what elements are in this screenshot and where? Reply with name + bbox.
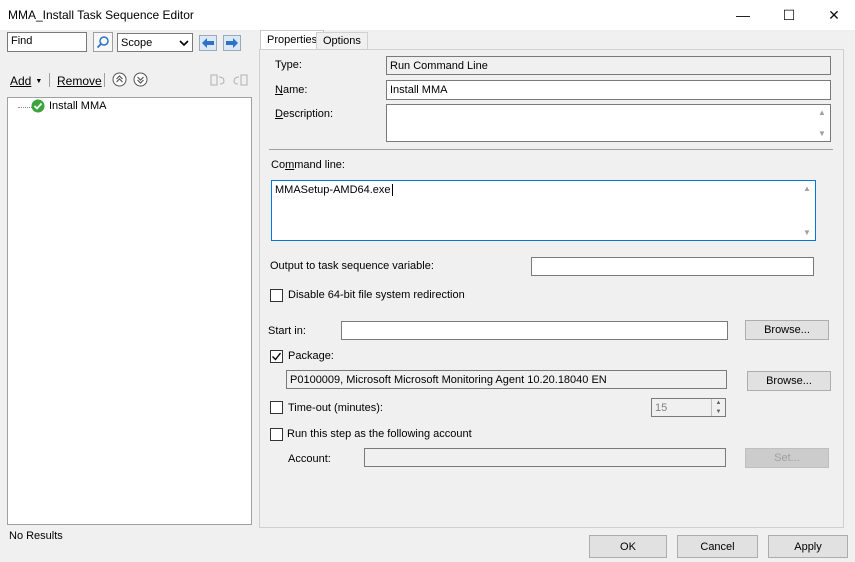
account-field xyxy=(364,448,726,467)
command-line-scrollbar[interactable]: ▲ ▼ xyxy=(802,184,812,237)
tree-item-label: Install MMA xyxy=(49,100,107,112)
package-checkbox[interactable] xyxy=(270,350,283,363)
run-as-checkbox[interactable] xyxy=(270,428,283,441)
task-sequence-tree[interactable]: Install MMA xyxy=(7,97,252,525)
cancel-label: Cancel xyxy=(700,540,735,553)
tab-options[interactable]: Options xyxy=(316,32,368,50)
move-down-icon xyxy=(133,72,148,87)
undo-icon xyxy=(210,74,225,86)
description-label: Description: xyxy=(275,108,334,120)
section-divider xyxy=(269,149,833,150)
search-icon xyxy=(96,36,109,49)
disable-redirection-label: Disable 64-bit file system redirection xyxy=(288,289,465,301)
find-next-button[interactable] xyxy=(222,33,242,53)
timeout-value: 15 xyxy=(655,402,668,414)
cancel-button[interactable]: Cancel xyxy=(677,535,758,558)
package-browse-button[interactable]: Browse... xyxy=(747,371,831,391)
move-down-button[interactable] xyxy=(133,72,148,90)
type-field: Run Command Line xyxy=(386,56,831,75)
move-up-button[interactable] xyxy=(112,72,127,90)
package-field: P0100009, Microsoft Microsoft Monitoring… xyxy=(286,370,727,389)
timeout-label: Time-out (minutes): xyxy=(288,402,383,414)
success-check-icon xyxy=(31,99,45,113)
name-label: Name: xyxy=(275,84,308,96)
find-input-value: Find xyxy=(11,35,33,47)
remove-button[interactable]: Remove xyxy=(57,74,102,88)
ok-button[interactable]: OK xyxy=(589,535,667,558)
package-label: Package: xyxy=(288,350,334,362)
tree-item[interactable]: Install MMA xyxy=(31,99,106,113)
start-in-browse-button[interactable]: Browse... xyxy=(745,320,829,340)
timeout-spinner: 15 ▲ ▼ xyxy=(651,398,726,417)
name-value: Install MMA xyxy=(390,84,448,96)
set-account-button[interactable]: Set... xyxy=(745,448,829,468)
window-title: MMA_Install Task Sequence Editor xyxy=(8,8,194,22)
apply-label: Apply xyxy=(794,540,822,553)
find-input[interactable]: Find xyxy=(7,32,87,52)
find-button[interactable] xyxy=(93,32,113,52)
chevron-down-icon xyxy=(179,39,189,46)
output-variable-label: Output to task sequence variable: xyxy=(270,260,434,272)
maximize-icon: ☐ xyxy=(782,6,796,23)
toolbar-divider xyxy=(104,73,105,87)
dropdown-arrow-icon: ▼ xyxy=(35,77,43,85)
name-field[interactable]: Install MMA xyxy=(386,80,831,100)
text-cursor xyxy=(391,184,393,196)
disable-redirection-checkbox[interactable] xyxy=(270,289,283,302)
toolbar-divider xyxy=(49,73,50,87)
tab-label: Options xyxy=(323,35,361,47)
checkmark-icon xyxy=(272,352,282,361)
move-up-icon xyxy=(112,72,127,87)
scope-select[interactable]: Scope xyxy=(117,33,193,52)
account-label: Account: xyxy=(288,453,331,465)
scope-select-value: Scope xyxy=(121,36,153,49)
redo-button[interactable] xyxy=(232,73,248,90)
description-scrollbar[interactable]: ▲ ▼ xyxy=(817,108,827,138)
spinner-arrows: ▲ ▼ xyxy=(711,399,725,416)
description-field[interactable]: ▲ ▼ xyxy=(386,104,831,142)
close-button[interactable]: ✕ xyxy=(811,0,855,30)
minimize-button[interactable]: — xyxy=(720,0,766,30)
command-line-label: Command line: xyxy=(271,159,345,171)
minimize-icon: — xyxy=(736,7,750,23)
close-icon: ✕ xyxy=(828,6,840,23)
apply-button[interactable]: Apply xyxy=(768,535,848,558)
start-in-field[interactable] xyxy=(341,321,728,340)
package-value: P0100009, Microsoft Microsoft Monitoring… xyxy=(290,374,607,386)
redo-icon xyxy=(233,74,248,86)
undo-button[interactable] xyxy=(210,73,226,90)
add-label: Add xyxy=(10,74,32,88)
add-menu-button[interactable]: Add ▼ xyxy=(10,74,42,88)
arrow-left-icon xyxy=(199,35,217,51)
output-variable-field[interactable] xyxy=(531,257,814,276)
ok-label: OK xyxy=(620,540,636,553)
timeout-checkbox[interactable] xyxy=(270,401,283,414)
find-previous-button[interactable] xyxy=(198,33,218,53)
type-label: Type: xyxy=(275,59,302,71)
tab-properties[interactable]: Properties xyxy=(260,30,325,50)
title-bar: MMA_Install Task Sequence Editor — ☐ ✕ xyxy=(0,0,855,30)
arrow-right-icon xyxy=(223,35,241,51)
browse-label: Browse... xyxy=(764,324,810,336)
set-label: Set... xyxy=(774,452,800,464)
start-in-label: Start in: xyxy=(268,325,306,337)
type-value: Run Command Line xyxy=(390,60,488,72)
tab-label: Properties xyxy=(267,34,318,46)
status-text: No Results xyxy=(9,530,63,542)
run-as-label: Run this step as the following account xyxy=(287,428,472,440)
command-line-field[interactable]: MMASetup-AMD64.exe ▲ ▼ xyxy=(271,180,816,241)
maximize-button[interactable]: ☐ xyxy=(766,0,812,30)
command-line-value: MMASetup-AMD64.exe xyxy=(275,184,391,196)
browse-label: Browse... xyxy=(766,375,812,387)
